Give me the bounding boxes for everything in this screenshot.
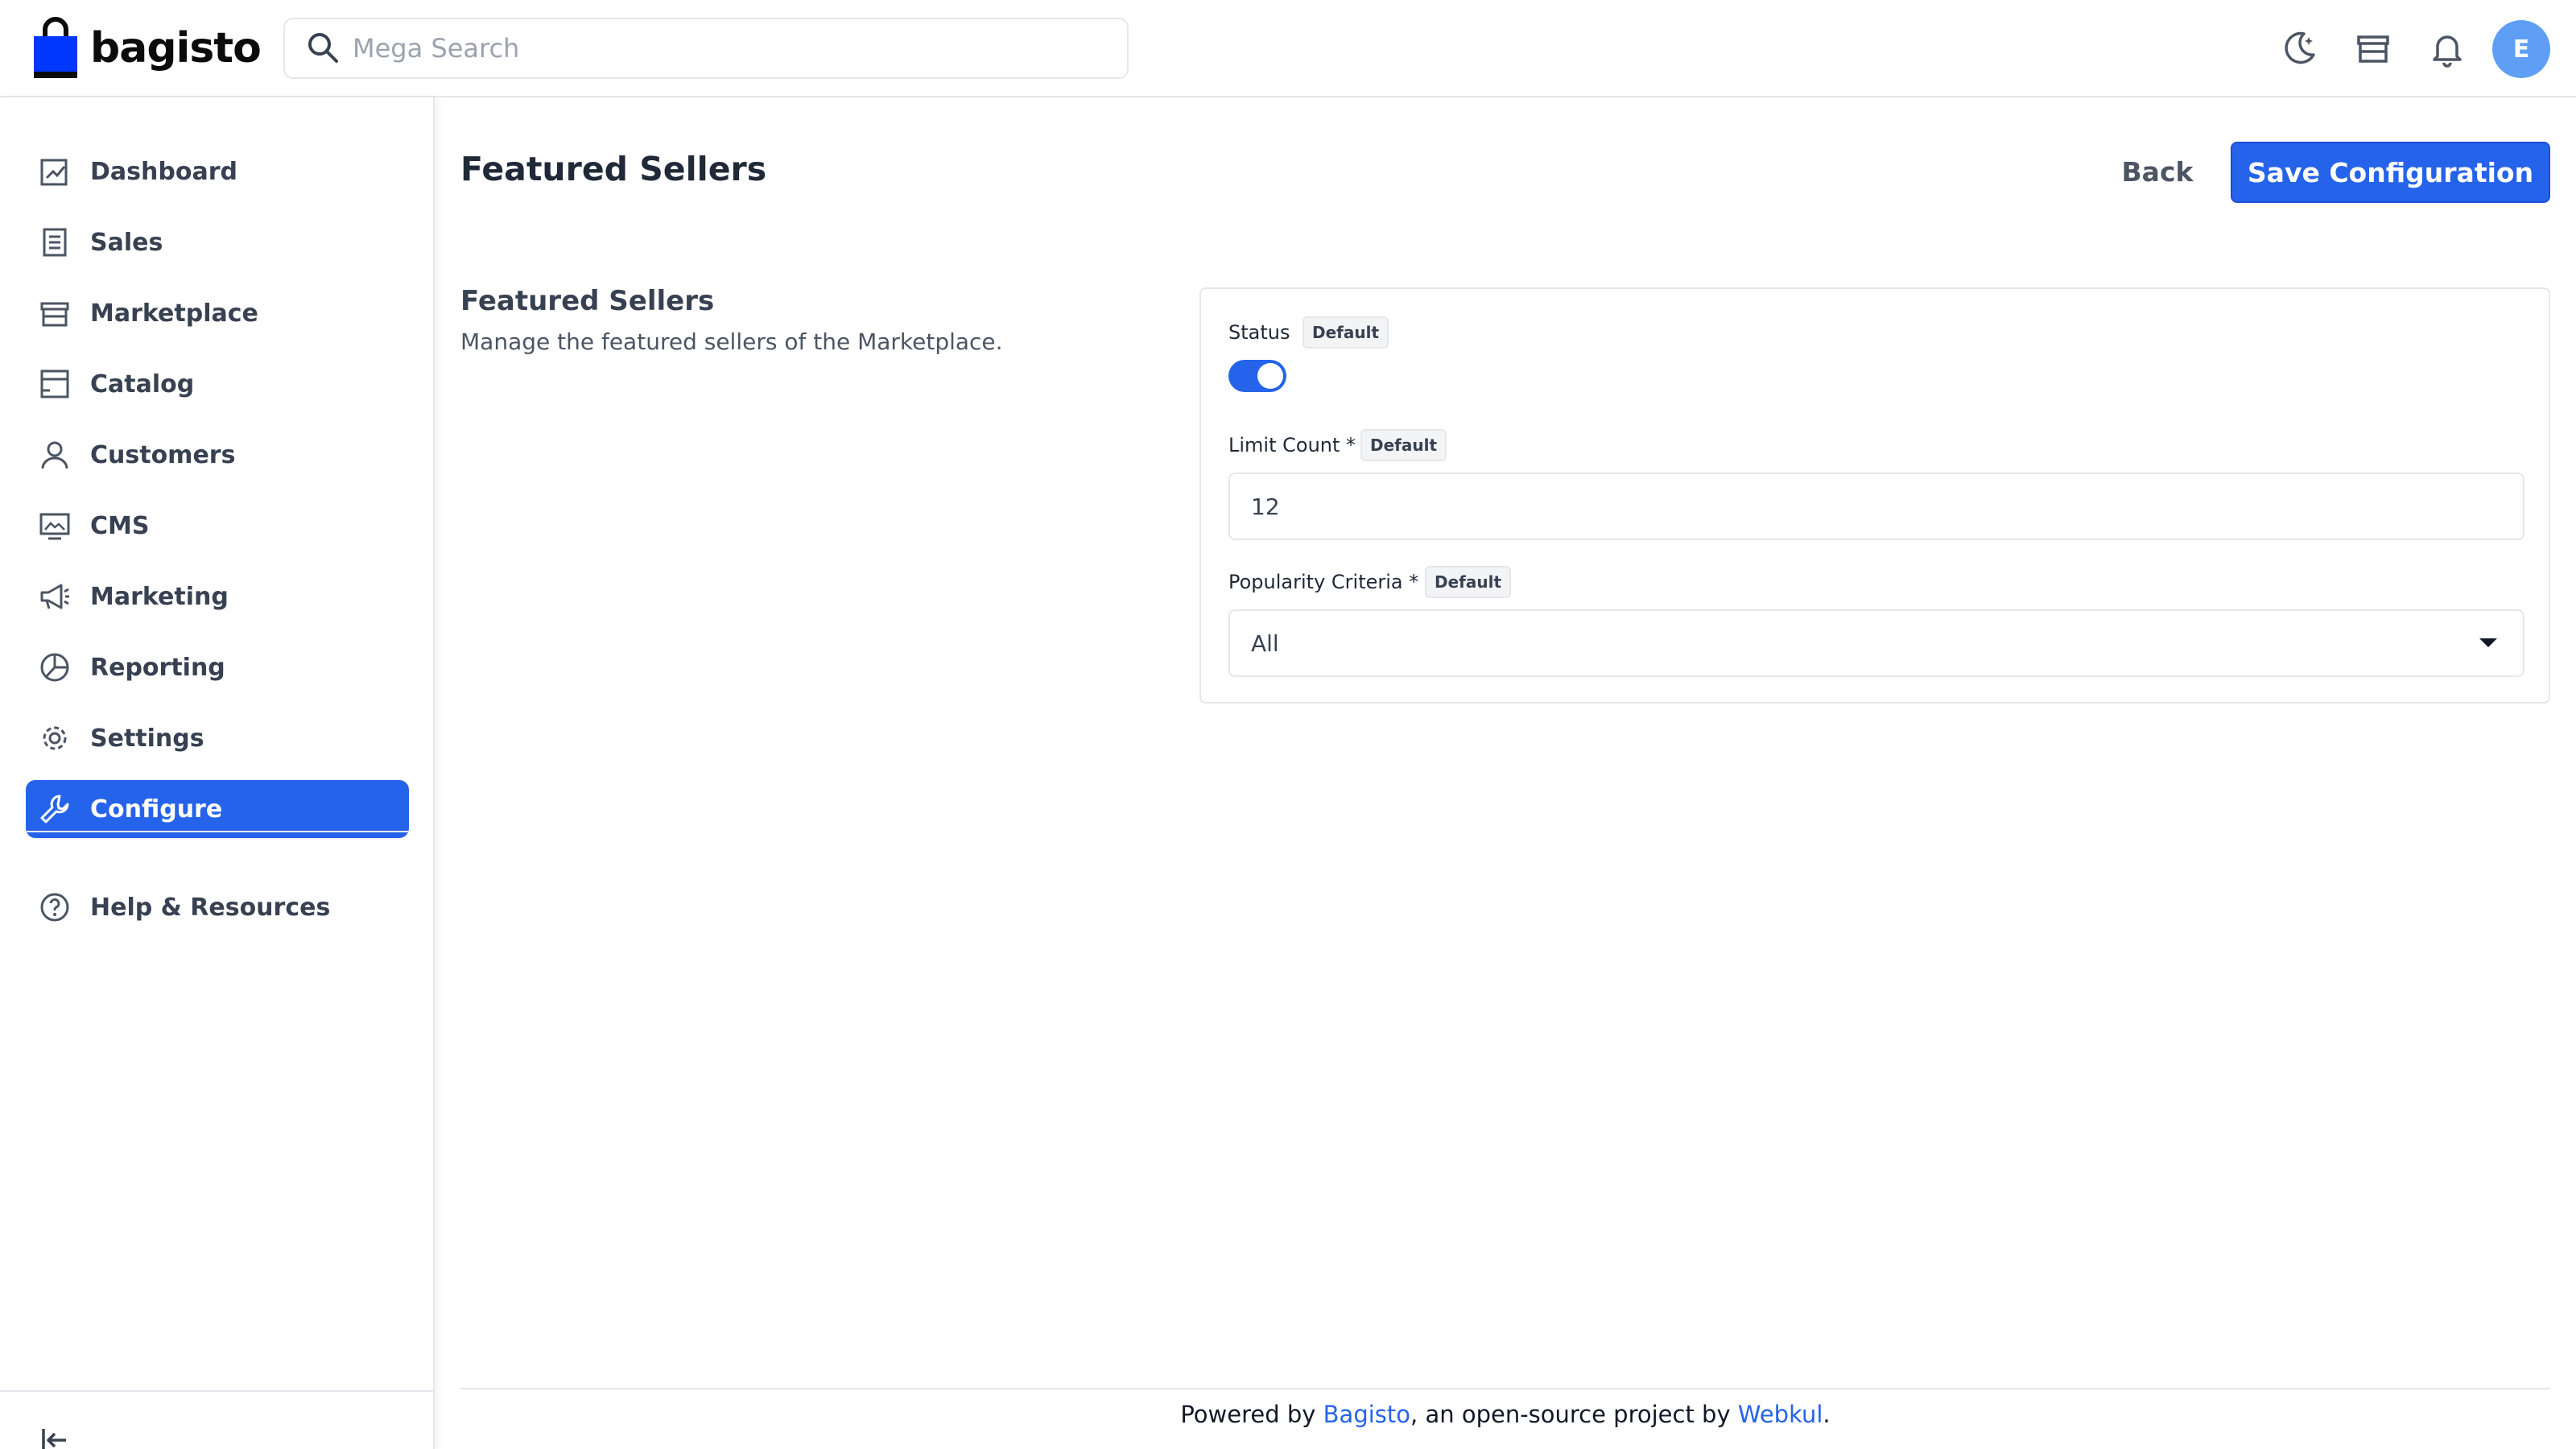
gear-icon — [35, 719, 74, 758]
sidebar-item-marketing[interactable]: Marketing — [26, 568, 409, 625]
footer-divider — [460, 1388, 2550, 1389]
footer: Powered by Bagisto, an open-source proje… — [460, 1401, 2550, 1428]
storefront-button[interactable] — [2351, 26, 2396, 71]
monitor-icon — [35, 506, 74, 545]
sidebar-item-label: CMS — [90, 511, 150, 540]
collapse-left-icon — [42, 1429, 66, 1449]
sidebar-item-cms[interactable]: CMS — [26, 497, 409, 555]
megaphone-icon — [35, 577, 74, 616]
sidebar-item-label: Help & Resources — [90, 893, 331, 922]
limit-count-default-badge: Default — [1360, 429, 1447, 461]
section-description: Manage the featured sellers of the Marke… — [460, 328, 1003, 355]
limit-count-input[interactable]: 12 — [1228, 473, 2524, 540]
mega-search-input[interactable]: Mega Search — [283, 18, 1129, 79]
moon-icon — [2285, 31, 2315, 64]
sidebar-item-label: Marketplace — [90, 299, 258, 328]
sidebar-item-reporting[interactable]: Reporting — [26, 638, 409, 696]
search-icon — [308, 33, 338, 63]
sidebar-item-label: Settings — [90, 724, 204, 753]
popularity-criteria-select[interactable]: All — [1228, 609, 2524, 677]
wrench-icon — [35, 790, 74, 828]
popularity-criteria-default-badge: Default — [1425, 566, 1512, 598]
sidebar-item-marketplace[interactable]: Marketplace — [26, 284, 409, 342]
sidebar: Dashboard Sales Marketplace Catalog Cust… — [0, 97, 435, 1449]
user-avatar[interactable]: E — [2492, 20, 2550, 78]
sidebar-item-customers[interactable]: Customers — [26, 426, 409, 484]
status-toggle[interactable] — [1228, 360, 1286, 392]
logo-text: bagisto — [90, 24, 262, 72]
sidebar-item-label: Marketing — [90, 582, 229, 611]
dashboard-icon — [35, 152, 74, 191]
catalog-icon — [35, 365, 74, 403]
footer-suffix: . — [1823, 1401, 1831, 1428]
store-icon — [35, 294, 74, 332]
status-default-badge: Default — [1302, 316, 1389, 349]
popularity-criteria-label: Popularity Criteria * — [1228, 571, 1419, 593]
sidebar-item-sales[interactable]: Sales — [26, 213, 409, 271]
shopping-bag-icon — [34, 17, 77, 78]
sidebar-item-label: Customers — [90, 440, 236, 469]
dark-mode-button[interactable] — [2277, 26, 2322, 71]
receipt-icon — [35, 223, 74, 262]
pie-chart-icon — [35, 648, 74, 687]
sidebar-divider — [26, 831, 409, 832]
save-configuration-button[interactable]: Save Configuration — [2231, 142, 2550, 203]
sidebar-item-dashboard[interactable]: Dashboard — [26, 142, 409, 200]
sidebar-item-catalog[interactable]: Catalog — [26, 355, 409, 413]
status-label: Status — [1228, 321, 1290, 344]
footer-middle: , an open-source project by — [1410, 1401, 1738, 1428]
sidebar-item-label: Sales — [90, 228, 163, 257]
user-icon — [35, 436, 74, 474]
limit-count-label: Limit Count * — [1228, 434, 1356, 456]
sidebar-item-configure[interactable]: Configure — [26, 780, 409, 838]
popularity-criteria-value: All — [1251, 630, 1279, 657]
sidebar-item-label: Dashboard — [90, 157, 237, 186]
section-title: Featured Sellers — [460, 285, 715, 317]
collapse-sidebar-button[interactable] — [32, 1418, 77, 1449]
footer-prefix: Powered by — [1180, 1401, 1323, 1428]
back-button[interactable]: Back — [2109, 147, 2206, 196]
search-placeholder: Mega Search — [353, 33, 520, 64]
configuration-card: Status Default Limit Count * Default 12 … — [1199, 287, 2550, 704]
sidebar-footer-divider — [0, 1390, 433, 1392]
limit-count-value: 12 — [1251, 493, 1280, 520]
sidebar-item-label: Catalog — [90, 369, 195, 398]
sidebar-item-label: Configure — [90, 795, 223, 824]
sidebar-item-settings[interactable]: Settings — [26, 709, 409, 767]
notifications-button[interactable] — [2425, 26, 2470, 71]
page-title: Featured Sellers — [460, 150, 767, 188]
chevron-down-icon — [2479, 638, 2497, 647]
help-icon — [35, 888, 74, 927]
toggle-knob — [1257, 363, 1283, 389]
bell-icon — [2433, 35, 2462, 68]
sidebar-item-help[interactable]: Help & Resources — [26, 878, 409, 936]
top-header: bagisto Mega Search E — [0, 0, 2576, 97]
bagisto-link[interactable]: Bagisto — [1323, 1401, 1410, 1428]
store-icon — [2357, 35, 2389, 63]
sidebar-item-label: Reporting — [90, 653, 225, 682]
webkul-link[interactable]: Webkul — [1738, 1401, 1823, 1428]
logo[interactable]: bagisto — [32, 16, 262, 80]
